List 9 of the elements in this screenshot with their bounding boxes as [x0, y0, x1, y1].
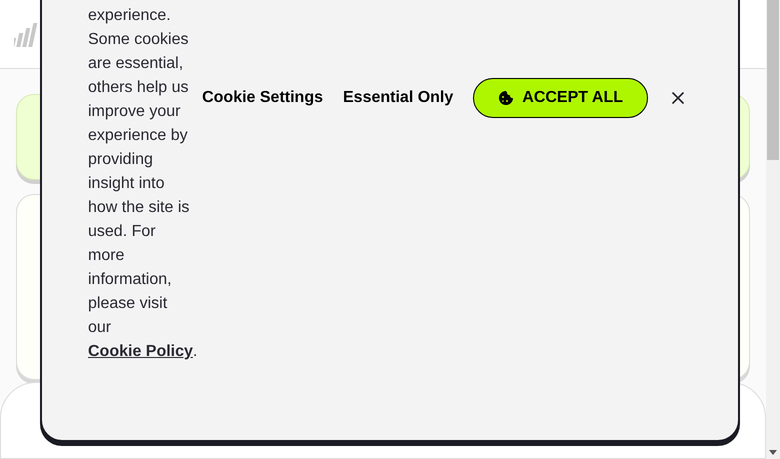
cookie-message: experience. Some cookies are essential, others help us improve your experience by providing insight into how the site is used. For more information, please visit our Cookie Policy. — [88, 6, 194, 362]
text-button[interactable]: Essential Only — [343, 78, 454, 118]
scroll-down-icon[interactable] — [766, 447, 780, 457]
scrollbar-thumb[interactable] — [767, 0, 779, 160]
cookie-icon — [498, 90, 514, 106]
accept-all-button[interactable]: ACCEPT ALL — [473, 78, 648, 118]
cookie-policy-link[interactable]: Cookie Policy — [88, 343, 193, 360]
text-button[interactable]: Cookie Settings — [202, 78, 323, 118]
scrollbar[interactable] — [766, 0, 780, 459]
